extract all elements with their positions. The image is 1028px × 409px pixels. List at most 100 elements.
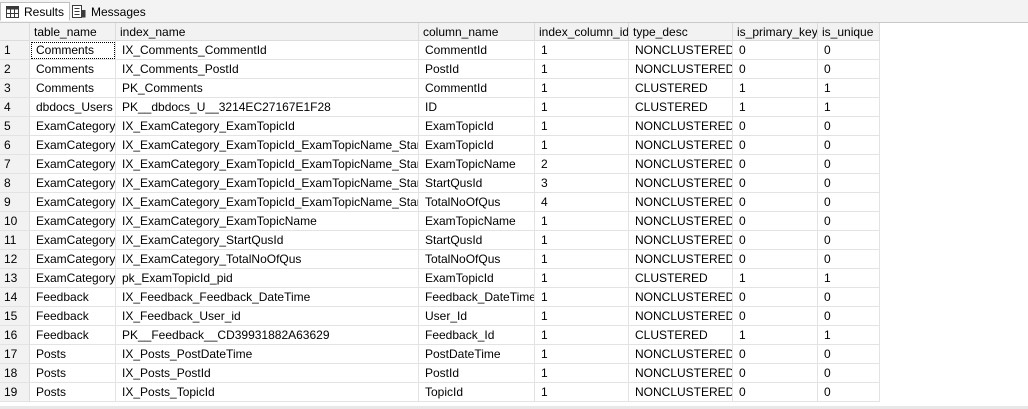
cell-index-column-id[interactable]: 1	[535, 288, 629, 307]
table-row[interactable]: 4 dbdocs_Users PK__dbdocs_U__3214EC27167E1…	[0, 98, 1028, 117]
cell-index-name[interactable]: IX_ExamCategory_ExamTopicId_ExamTopicNam…	[116, 193, 419, 212]
cell-column-name[interactable]: ID	[419, 98, 535, 117]
cell-is-primary-key[interactable]: 0	[733, 136, 818, 155]
row-number-cell[interactable]: 5	[0, 117, 30, 136]
cell-is-unique[interactable]: 0	[818, 345, 880, 364]
table-row[interactable]: 7 ExamCategory IX_ExamCategory_ExamTopicId…	[0, 155, 1028, 174]
cell-table-name[interactable]: Posts	[30, 345, 116, 364]
row-number-cell[interactable]: 16	[0, 326, 30, 345]
cell-table-name[interactable]: Posts	[30, 364, 116, 383]
cell-table-name[interactable]: Feedback	[30, 326, 116, 345]
cell-is-unique[interactable]: 0	[818, 155, 880, 174]
row-number-cell[interactable]: 8	[0, 174, 30, 193]
cell-type-desc[interactable]: NONCLUSTERED	[629, 307, 733, 326]
cell-column-name[interactable]: TotalNoOfQus	[419, 193, 535, 212]
cell-column-name[interactable]: ExamTopicId	[419, 269, 535, 288]
table-row[interactable]: 15 Feedback IX_Feedback_User_id User_Id 1 NON…	[0, 307, 1028, 326]
cell-column-name[interactable]: TotalNoOfQus	[419, 250, 535, 269]
cell-is-unique[interactable]: 0	[818, 383, 880, 402]
table-row[interactable]: 11 ExamCategory IX_ExamCategory_StartQusId…	[0, 231, 1028, 250]
cell-column-name[interactable]: Feedback_DateTime	[419, 288, 535, 307]
cell-table-name[interactable]: ExamCategory	[30, 250, 116, 269]
cell-index-name[interactable]: IX_Feedback_Feedback_DateTime	[116, 288, 419, 307]
cell-type-desc[interactable]: NONCLUSTERED	[629, 155, 733, 174]
tab-results[interactable]: Results	[0, 2, 71, 21]
cell-index-name[interactable]: IX_Feedback_User_id	[116, 307, 419, 326]
cell-type-desc[interactable]: CLUSTERED	[629, 326, 733, 345]
row-number-cell[interactable]: 10	[0, 212, 30, 231]
cell-is-primary-key[interactable]: 1	[733, 326, 818, 345]
cell-table-name[interactable]: ExamCategory	[30, 155, 116, 174]
cell-is-primary-key[interactable]: 1	[733, 98, 818, 117]
cell-column-name[interactable]: PostDateTime	[419, 345, 535, 364]
cell-type-desc[interactable]: NONCLUSTERED	[629, 212, 733, 231]
table-row[interactable]: 6 ExamCategory IX_ExamCategory_ExamTopicId…	[0, 136, 1028, 155]
cell-type-desc[interactable]: NONCLUSTERED	[629, 136, 733, 155]
cell-index-column-id[interactable]: 1	[535, 41, 629, 60]
table-row[interactable]: 17 Posts IX_Posts_PostDateTime PostDateTime…	[0, 345, 1028, 364]
row-number-cell[interactable]: 14	[0, 288, 30, 307]
cell-column-name[interactable]: User_Id	[419, 307, 535, 326]
cell-table-name[interactable]: ExamCategory	[30, 136, 116, 155]
row-number-cell[interactable]: 4	[0, 98, 30, 117]
cell-is-primary-key[interactable]: 0	[733, 364, 818, 383]
cell-column-name[interactable]: CommentId	[419, 79, 535, 98]
column-header-index-column-id[interactable]: index_column_id	[535, 23, 629, 41]
cell-type-desc[interactable]: NONCLUSTERED	[629, 288, 733, 307]
cell-is-unique[interactable]: 0	[818, 364, 880, 383]
cell-index-name[interactable]: IX_Comments_CommentId	[116, 41, 419, 60]
cell-is-unique[interactable]: 0	[818, 288, 880, 307]
column-header-column-name[interactable]: column_name	[419, 23, 535, 41]
cell-is-primary-key[interactable]: 0	[733, 155, 818, 174]
cell-is-primary-key[interactable]: 0	[733, 174, 818, 193]
table-row[interactable]: 10 ExamCategory IX_ExamCategory_ExamTopicN…	[0, 212, 1028, 231]
cell-column-name[interactable]: ExamTopicName	[419, 212, 535, 231]
row-number-cell[interactable]: 2	[0, 60, 30, 79]
row-number-cell[interactable]: 3	[0, 79, 30, 98]
cell-is-primary-key[interactable]: 0	[733, 231, 818, 250]
cell-index-name[interactable]: IX_Posts_PostDateTime	[116, 345, 419, 364]
cell-index-column-id[interactable]: 1	[535, 79, 629, 98]
cell-is-primary-key[interactable]: 0	[733, 193, 818, 212]
cell-table-name[interactable]: ExamCategory	[30, 174, 116, 193]
table-row[interactable]: 16 Feedback PK__Feedback__CD39931882A63629…	[0, 326, 1028, 345]
cell-is-unique[interactable]: 1	[818, 98, 880, 117]
cell-index-name[interactable]: PK__Feedback__CD39931882A63629	[116, 326, 419, 345]
cell-index-name[interactable]: IX_ExamCategory_ExamTopicId_ExamTopicNam…	[116, 174, 419, 193]
cell-index-name[interactable]: IX_ExamCategory_TotalNoOfQus	[116, 250, 419, 269]
cell-table-name[interactable]: ExamCategory	[30, 193, 116, 212]
cell-type-desc[interactable]: NONCLUSTERED	[629, 364, 733, 383]
cell-column-name[interactable]: StartQusId	[419, 174, 535, 193]
cell-is-primary-key[interactable]: 0	[733, 117, 818, 136]
cell-column-name[interactable]: ExamTopicId	[419, 136, 535, 155]
table-row[interactable]: 8 ExamCategory IX_ExamCategory_ExamTopicId…	[0, 174, 1028, 193]
cell-type-desc[interactable]: NONCLUSTERED	[629, 383, 733, 402]
cell-index-column-id[interactable]: 2	[535, 155, 629, 174]
cell-is-unique[interactable]: 0	[818, 231, 880, 250]
cell-table-name[interactable]: Comments	[30, 41, 116, 60]
cell-index-name[interactable]: PK__dbdocs_U__3214EC27167E1F28	[116, 98, 419, 117]
cell-table-name[interactable]: Posts	[30, 383, 116, 402]
cell-column-name[interactable]: CommentId	[419, 41, 535, 60]
cell-index-name[interactable]: IX_Posts_TopicId	[116, 383, 419, 402]
cell-is-unique[interactable]: 0	[818, 193, 880, 212]
cell-type-desc[interactable]: NONCLUSTERED	[629, 345, 733, 364]
cell-type-desc[interactable]: NONCLUSTERED	[629, 231, 733, 250]
cell-is-primary-key[interactable]: 1	[733, 269, 818, 288]
cell-is-unique[interactable]: 1	[818, 269, 880, 288]
cell-table-name[interactable]: Feedback	[30, 307, 116, 326]
cell-index-column-id[interactable]: 1	[535, 60, 629, 79]
table-row[interactable]: 3 Comments PK_Comments CommentId 1 CLUSTERED 1…	[0, 79, 1028, 98]
cell-index-column-id[interactable]: 1	[535, 231, 629, 250]
cell-type-desc[interactable]: NONCLUSTERED	[629, 174, 733, 193]
column-header-index-name[interactable]: index_name	[116, 23, 419, 41]
cell-index-name[interactable]: IX_ExamCategory_ExamTopicId_ExamTopicNam…	[116, 136, 419, 155]
cell-index-column-id[interactable]: 1	[535, 212, 629, 231]
row-number-cell[interactable]: 13	[0, 269, 30, 288]
table-row[interactable]: 18 Posts IX_Posts_PostId PostId 1 NONCLUSTERE…	[0, 364, 1028, 383]
cell-is-primary-key[interactable]: 0	[733, 41, 818, 60]
cell-table-name[interactable]: ExamCategory	[30, 117, 116, 136]
cell-is-unique[interactable]: 0	[818, 41, 880, 60]
cell-index-column-id[interactable]: 1	[535, 326, 629, 345]
cell-index-name[interactable]: pk_ExamTopicId_pid	[116, 269, 419, 288]
